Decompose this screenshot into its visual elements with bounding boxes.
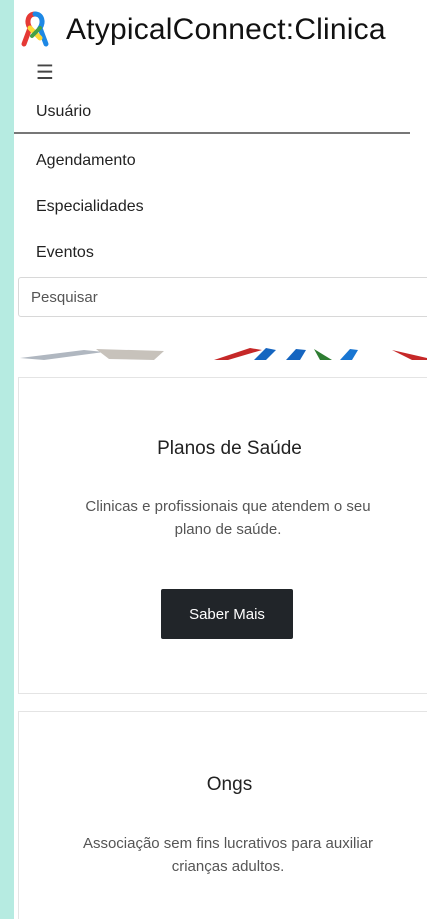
card-title: Ongs xyxy=(206,774,253,795)
page: AtypicalConnect:Clinica ☰ Usuário Agenda… xyxy=(14,0,427,919)
autism-ribbon-logo-icon[interactable] xyxy=(18,10,52,50)
top-bar: AtypicalConnect:Clinica xyxy=(14,6,427,54)
saber-mais-button[interactable]: Saber Mais xyxy=(161,589,293,639)
hamburger-menu-icon[interactable]: ☰ xyxy=(36,60,54,86)
search-input[interactable] xyxy=(18,277,427,317)
card-text: Associação sem fins lucrativos para auxi… xyxy=(82,835,374,875)
nav-item-especialidades[interactable]: Especialidades xyxy=(14,184,427,230)
card-title: Planos de Saúde xyxy=(157,438,302,459)
nav-item-eventos[interactable]: Eventos xyxy=(14,230,427,276)
main-nav: Usuário Agendamento Especialidades Event… xyxy=(14,92,427,276)
card-ongs: Ongs Associação sem fins lucrativos para… xyxy=(18,711,427,919)
brand-title[interactable]: AtypicalConnect:Clinica xyxy=(66,13,386,47)
card-text: Clinicas e profissionais que atendem o s… xyxy=(85,498,371,538)
banner-image xyxy=(14,346,427,360)
card-planos-de-saude: Planos de Saúde Clinicas e profissionais… xyxy=(18,377,427,694)
nav-item-agendamento[interactable]: Agendamento xyxy=(14,138,427,184)
nav-item-usuario[interactable]: Usuário xyxy=(14,92,410,134)
